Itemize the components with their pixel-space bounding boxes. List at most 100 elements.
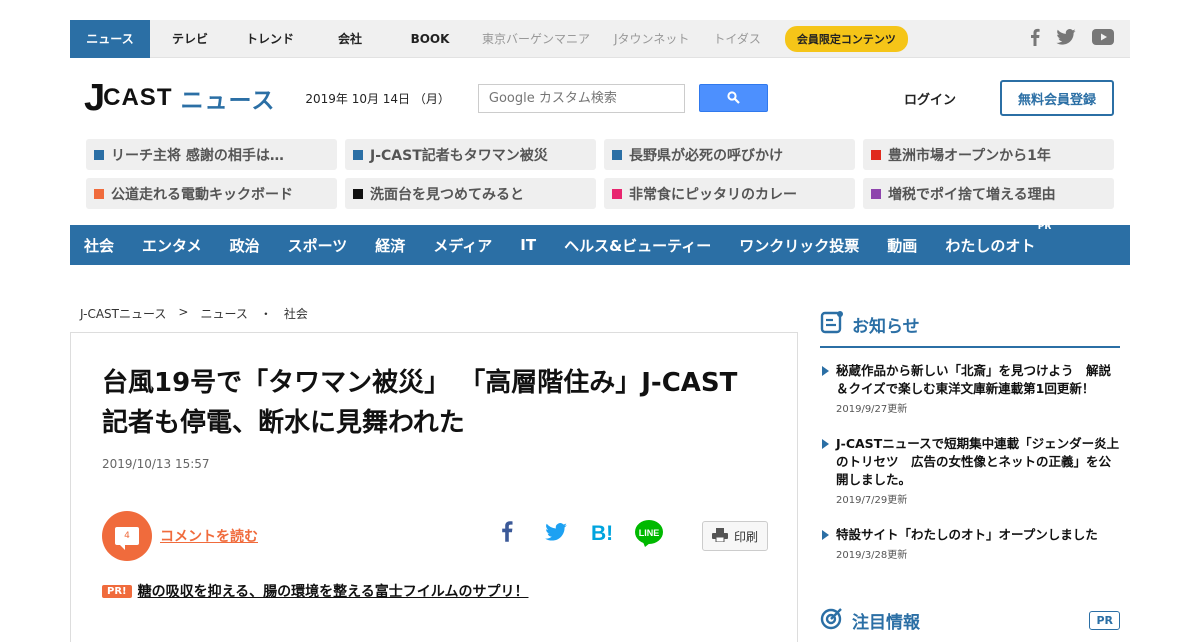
- logo-cast: CAST: [103, 84, 173, 111]
- notice-date: 2019/7/29更新: [836, 495, 908, 506]
- trending-label: 長野県が必死の呼びかけ: [629, 147, 783, 164]
- category-sports[interactable]: スポーツ: [288, 235, 348, 256]
- category-one-click-vote[interactable]: ワンクリック投票: [739, 235, 859, 256]
- header-date: 2019年 10月 14日 （月）: [305, 91, 450, 106]
- link-toidasu[interactable]: トイダス: [713, 30, 761, 47]
- pr-label: PR: [1037, 221, 1052, 232]
- svg-text:B!: B!: [591, 522, 613, 543]
- logo-news: ニュース: [180, 87, 276, 113]
- category-label: わたしのオト: [945, 236, 1036, 255]
- pr-ad-link[interactable]: 糖の吸収を抑える、腸の環境を整える富士フイルムのサプリ！: [138, 581, 529, 601]
- breadcrumb: J-CASTニュース > ニュース ・ 社会: [80, 305, 308, 322]
- login-link[interactable]: ログイン: [904, 89, 956, 108]
- category-health-beauty[interactable]: ヘルス&ビューティー: [564, 235, 711, 256]
- article-card: 台風19号で「タワマン被災」 「高層階住み」J-CAST記者も停電、断水に見舞わ…: [70, 332, 798, 642]
- svg-text:LINE: LINE: [639, 528, 660, 538]
- trending-label: リーチ主将 感謝の相手は…: [111, 147, 284, 164]
- category-video[interactable]: 動画: [887, 235, 917, 256]
- tab-trend[interactable]: トレンド: [230, 20, 310, 58]
- youtube-icon[interactable]: [1092, 28, 1114, 49]
- notice-item[interactable]: 特設サイト「わたしのオト」オープンしました 2019/3/28更新: [820, 526, 1120, 561]
- article-date: 2019/10/13 15:57: [102, 457, 210, 471]
- comment-icon: 4: [115, 527, 139, 550]
- link-tokyo-bargain-mania[interactable]: 東京バーゲンマニア: [482, 30, 590, 47]
- facebook-icon[interactable]: [1030, 28, 1040, 50]
- facebook-share-icon[interactable]: [501, 520, 513, 542]
- trending-label: 増税でポイ捨て増える理由: [888, 186, 1056, 203]
- category-nav: 社会 エンタメ 政治 スポーツ 経済 メディア IT ヘルス&ビューティー ワン…: [70, 222, 1130, 265]
- breadcrumb-society[interactable]: 社会: [284, 305, 308, 322]
- notices-title: お知らせ: [852, 316, 920, 337]
- bullet-square: [94, 188, 104, 199]
- breadcrumb-home[interactable]: J-CASTニュース: [80, 305, 166, 322]
- twitter-share-icon[interactable]: [545, 523, 567, 541]
- hatena-bookmark-icon[interactable]: B!: [591, 521, 615, 543]
- read-comments-link[interactable]: コメントを読む: [160, 526, 258, 546]
- trending-item[interactable]: 非常食にピッタリのカレー: [604, 178, 855, 209]
- pr-row: PR! 糖の吸収を抑える、腸の環境を整える富士フイルムのサプリ！: [102, 581, 528, 601]
- bullet-square: [353, 188, 363, 199]
- category-media[interactable]: メディア: [433, 235, 492, 256]
- notice-text: 特設サイト「わたしのオト」オープンしました: [836, 527, 1098, 542]
- bullet-square: [612, 188, 622, 199]
- category-entertainment[interactable]: エンタメ: [142, 235, 202, 256]
- attention-title: 注目情報: [852, 612, 920, 633]
- category-watashi-no-oto[interactable]: わたしのオト PR: [945, 222, 1051, 256]
- site-header: J CAST ニュース 2019年 10月 14日 （月） ログイン 無料会員登…: [70, 68, 1130, 128]
- notices-header: お知らせ: [820, 310, 1120, 348]
- social-links: [1030, 28, 1130, 50]
- trending-label: J-CAST記者もタワマン被災: [370, 147, 548, 164]
- article-title: 台風19号で「タワマン被災」 「高層階住み」J-CAST記者も停電、断水に見舞わ…: [102, 368, 738, 438]
- register-button[interactable]: 無料会員登録: [1000, 80, 1114, 116]
- breadcrumb-news[interactable]: ニュース: [200, 305, 247, 322]
- trending-topics: リーチ主将 感謝の相手は… J-CAST記者もタワマン被災 長野県が必死の呼びか…: [86, 139, 1114, 209]
- link-j-town-net[interactable]: Jタウンネット: [614, 30, 689, 47]
- top-bar: ニュース テレビ トレンド 会社 BOOK 東京バーゲンマニア Jタウンネット …: [70, 19, 1130, 58]
- print-label: 印刷: [733, 529, 758, 544]
- tab-tv[interactable]: テレビ: [150, 20, 230, 58]
- print-button[interactable]: 印刷: [702, 521, 768, 551]
- search-button[interactable]: [698, 84, 768, 112]
- breadcrumb-sep: ・: [259, 307, 272, 321]
- bullet-square: [612, 149, 622, 160]
- trending-label: 豊洲市場オープンから1年: [888, 147, 1051, 164]
- category-economy[interactable]: 経済: [375, 235, 405, 256]
- bullet-square: [94, 149, 104, 160]
- twitter-icon[interactable]: [1056, 28, 1076, 49]
- notice-icon: [820, 310, 844, 338]
- trending-label: 非常食にピッタリのカレー: [629, 186, 797, 203]
- printer-icon: [711, 527, 728, 545]
- notice-item[interactable]: J-CASTニュースで短期集中連載「ジェンダー炎上のトリセツ 広告の女性像とネッ…: [820, 435, 1120, 506]
- search-input[interactable]: [477, 83, 685, 113]
- category-it[interactable]: IT: [520, 236, 536, 254]
- comment-count-button[interactable]: 4: [102, 511, 152, 561]
- jcast-news-logo[interactable]: J CAST ニュース: [84, 74, 275, 122]
- trending-item[interactable]: 長野県が必死の呼びかけ: [604, 139, 855, 170]
- trending-item[interactable]: 増税でポイ捨て増える理由: [863, 178, 1114, 209]
- member-content-button[interactable]: 会員限定コンテンツ: [784, 25, 908, 52]
- notice-item[interactable]: 秘蔵作品から新しい「北斎」を見つけよう 解説＆クイズで楽しむ東洋文庫新連載第1回…: [820, 362, 1120, 415]
- attention-pr-badge: PR: [1089, 610, 1120, 630]
- comment-count: 4: [124, 531, 130, 541]
- tab-company[interactable]: 会社: [310, 20, 390, 58]
- trending-item[interactable]: リーチ主将 感謝の相手は…: [86, 139, 337, 170]
- tab-news[interactable]: ニュース: [70, 19, 150, 58]
- trending-label: 洗面台を見つめてみると: [370, 186, 524, 203]
- sidebar-notices: お知らせ 秘蔵作品から新しい「北斎」を見つけよう 解説＆クイズで楽しむ東洋文庫新…: [820, 310, 1120, 561]
- bullet-square: [353, 149, 363, 160]
- trending-item[interactable]: 公道走れる電動キックボード: [86, 178, 337, 209]
- breadcrumb-sep: >: [178, 305, 189, 319]
- tab-book[interactable]: BOOK: [390, 20, 470, 58]
- trending-item[interactable]: 豊洲市場オープンから1年: [863, 139, 1114, 170]
- trending-item[interactable]: J-CAST記者もタワマン被災: [345, 139, 596, 170]
- category-society[interactable]: 社会: [84, 235, 114, 256]
- category-politics[interactable]: 政治: [230, 235, 260, 256]
- search-icon: [727, 89, 740, 108]
- logo-j: J: [84, 77, 106, 119]
- bullet-square: [871, 149, 881, 160]
- line-share-icon[interactable]: LINE: [634, 519, 664, 547]
- trending-item[interactable]: 洗面台を見つめてみると: [345, 178, 596, 209]
- bullet-square: [871, 188, 881, 199]
- notice-text: 秘蔵作品から新しい「北斎」を見つけよう 解説＆クイズで楽しむ東洋文庫新連載第1回…: [836, 363, 1112, 396]
- notice-date: 2019/9/27更新: [836, 404, 908, 415]
